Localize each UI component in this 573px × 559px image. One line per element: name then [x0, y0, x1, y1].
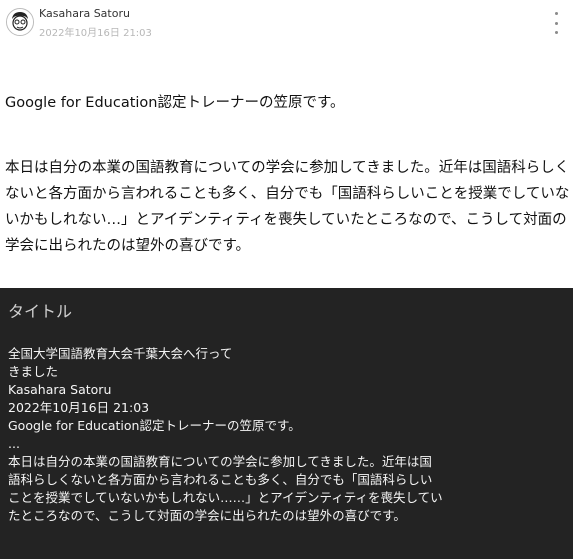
post-header: Kasahara Satoru 2022年10月16日 21:03	[0, 0, 573, 50]
avatar-face-icon	[7, 9, 33, 35]
post-body: Google for Education認定トレーナーの笠原です。 本日は自分の…	[5, 90, 571, 254]
post-paragraph-intro: Google for Education認定トレーナーの笠原です。	[5, 95, 345, 111]
post-paragraph-main: 本日は自分の本業の国語教育についての学会に参加してきました。近年は国語科らしくな…	[5, 160, 570, 254]
preview-card: タイトル 全国大学国語教育大会千葉大会へ行って きました Kasahara Sa…	[0, 288, 573, 559]
post-date: 2022年10月16日 21:03	[39, 28, 152, 39]
card-title: タイトル	[8, 302, 73, 321]
avatar[interactable]	[6, 8, 34, 36]
author-name[interactable]: Kasahara Satoru	[39, 7, 130, 20]
more-vertical-icon[interactable]	[549, 12, 563, 34]
card-body: 全国大学国語教育大会千葉大会へ行って きました Kasahara Satoru …	[8, 346, 443, 523]
